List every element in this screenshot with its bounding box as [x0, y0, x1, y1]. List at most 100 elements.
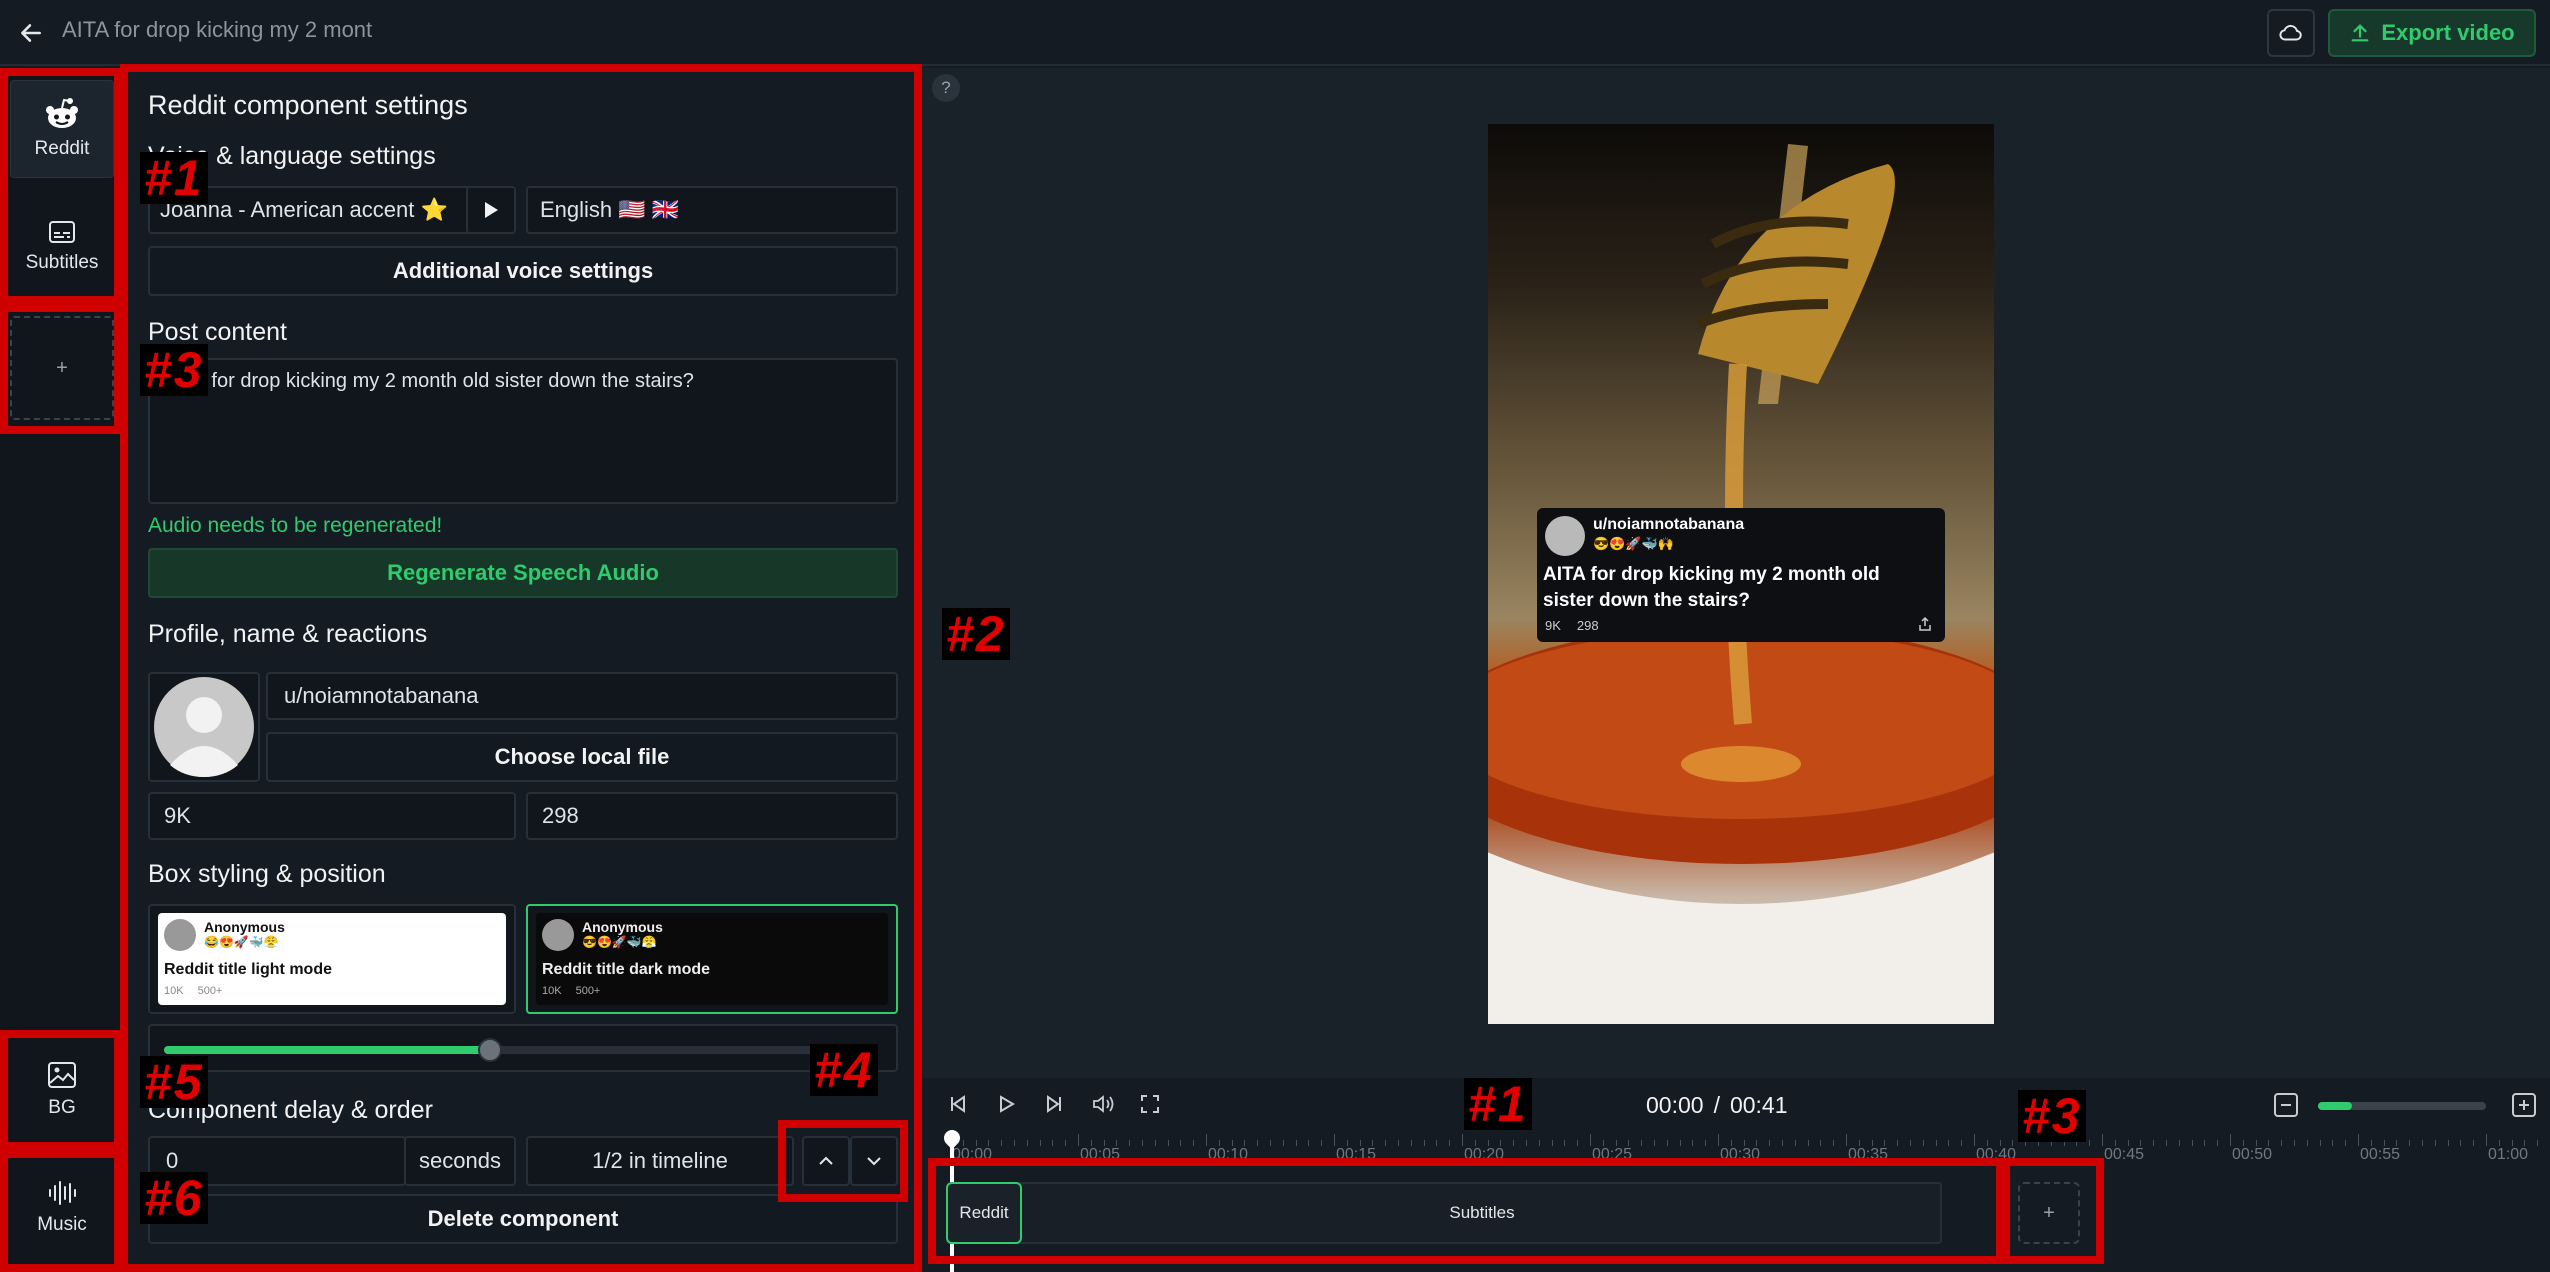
timeline-tick-mark	[1986, 1140, 1988, 1146]
timeline-tick-mark	[1257, 1140, 1259, 1146]
fullscreen-icon[interactable]	[1140, 1094, 1160, 1114]
export-video-label: Export video	[2381, 20, 2515, 45]
volume-icon[interactable]	[1092, 1094, 1114, 1114]
timeline-tick-mark	[2332, 1140, 2334, 1146]
timeline-tick-mark	[1679, 1140, 1681, 1146]
plus-icon	[2519, 1100, 2529, 1110]
timeline-tick-mark	[2166, 1140, 2167, 1146]
preview-card-comments: 298	[1576, 618, 1599, 633]
timeline-tick-mark	[2127, 1140, 2129, 1146]
help-button[interactable]: ?	[932, 74, 960, 102]
timeline-tick-mark	[1756, 1140, 1758, 1146]
timeline-tick-mark	[1410, 1140, 1412, 1146]
minus-icon	[2281, 1104, 2291, 1106]
timeline-tick-mark	[2447, 1140, 2449, 1146]
timeline-tick-mark	[1871, 1140, 1873, 1146]
timeline-tick-mark	[2370, 1140, 2372, 1146]
timeline-tick-mark	[1321, 1140, 1323, 1146]
timeline-tick-mark	[1270, 1140, 1271, 1146]
timeline-tick-mark	[2012, 1140, 2014, 1146]
timeline-tick-mark	[2460, 1140, 2462, 1146]
annotation-box-6	[0, 1150, 122, 1272]
timeline-tick-mark	[1129, 1140, 1131, 1146]
skip-back-icon[interactable]	[948, 1094, 968, 1114]
timeline-tick-mark	[1846, 1134, 1847, 1146]
annotation-tag-timeline-1: #1	[1464, 1078, 1532, 1130]
timeline-tick-mark	[1858, 1140, 1860, 1146]
timeline-tick-mark	[975, 1140, 977, 1146]
zoom-in-button[interactable]	[2512, 1093, 2536, 1117]
timeline-tick-mark	[1462, 1134, 1463, 1146]
timeline-tick-mark	[2217, 1140, 2219, 1146]
timeline-tick-mark	[1897, 1140, 1899, 1146]
preview-card-stats: 9K 298	[1545, 618, 1599, 633]
zoom-out-button[interactable]	[2274, 1093, 2298, 1117]
timeline-tick-mark	[1423, 1140, 1425, 1146]
timeline-tick-mark	[2358, 1134, 2359, 1146]
timeline-tick-mark	[1398, 1140, 1399, 1146]
timeline-tick-mark	[2486, 1134, 2487, 1146]
timeline-tick-mark	[1359, 1140, 1361, 1146]
preview-card-avatar	[1545, 516, 1585, 556]
timeline-tick-mark	[2140, 1140, 2142, 1146]
timeline-tick-mark	[2102, 1134, 2103, 1146]
timeline-tick-mark	[1090, 1140, 1092, 1146]
annotation-box-timeline-1	[928, 1158, 2004, 1264]
top-bar: AITA for drop kicking my 2 month old sis…	[0, 0, 2550, 66]
timeline-tick-mark	[2242, 1140, 2244, 1146]
timeline-tick-mark	[1103, 1140, 1105, 1146]
zoom-slider-fill	[2318, 1102, 2352, 1110]
timeline-tick-mark	[1372, 1140, 1374, 1146]
annotation-tag-5: #5	[140, 1056, 208, 1108]
timeline-tick-mark	[1193, 1140, 1195, 1146]
timeline-tick-mark	[1052, 1140, 1054, 1146]
timeline-tick-mark	[1334, 1134, 1335, 1146]
timeline-tick-mark	[1628, 1140, 1630, 1146]
timeline-tick-mark	[2498, 1140, 2500, 1146]
play-icon[interactable]	[996, 1094, 1016, 1114]
timeline-tick-mark	[1500, 1140, 1502, 1146]
timeline-tick-mark	[1474, 1140, 1476, 1146]
timeline-tick-mark	[1833, 1140, 1835, 1146]
annotation-tag-6: #6	[140, 1172, 208, 1224]
timeline-tick-mark	[1078, 1134, 1079, 1146]
time-separator: /	[1713, 1092, 1720, 1118]
timeline-tick-mark	[1922, 1140, 1924, 1146]
timeline-tick-mark	[2204, 1140, 2206, 1146]
zoom-slider[interactable]	[2318, 1102, 2486, 1110]
timeline-tick-mark	[1935, 1140, 1937, 1146]
back-arrow-icon[interactable]	[18, 20, 44, 46]
timeline-tick-mark	[1308, 1140, 1310, 1146]
timeline-tick-mark	[1730, 1140, 1732, 1146]
timeline-tick-mark	[1564, 1140, 1566, 1146]
timeline-tick-mark	[1206, 1134, 1207, 1146]
timeline-tick-mark	[2383, 1140, 2385, 1146]
timeline-tick-mark	[1231, 1140, 1233, 1146]
timeline-tick-mark	[1999, 1140, 2001, 1146]
skip-forward-icon[interactable]	[1044, 1094, 1064, 1114]
timeline-tick-mark	[1641, 1140, 1643, 1146]
timeline-tick-mark	[2396, 1140, 2398, 1146]
reddit-preview-card[interactable]: u/noiamnotabanana 😎😍🚀🐳🙌 AITA for drop ki…	[1537, 508, 1945, 642]
timeline-tick-mark	[2153, 1140, 2155, 1146]
timeline-tick-mark	[2306, 1140, 2308, 1146]
timeline-tick-mark	[2473, 1140, 2475, 1146]
video-preview-area: ? u/noiamnotabanana 😎😍🚀🐳🙌 AITA for drop …	[920, 68, 2550, 1078]
timeline-tick-mark	[1551, 1140, 1553, 1146]
timeline-tick-mark	[2255, 1140, 2257, 1146]
timeline-ruler[interactable]: 00:00 00:05 00:10 00:15 00:20 00:25 00:30 00:35…	[920, 1132, 2550, 1163]
project-title-input[interactable]: AITA for drop kicking my 2 month old sis…	[62, 17, 372, 43]
timeline-tick-mark	[2422, 1140, 2423, 1146]
annotation-box-5	[0, 1030, 122, 1150]
timeline-tick-mark	[1590, 1134, 1591, 1146]
export-video-button[interactable]: Export video	[2328, 9, 2536, 57]
cloud-save-button[interactable]	[2267, 9, 2315, 57]
player-controls: 00:00 / 00:41	[920, 1078, 2550, 1132]
timeline-tick-mark	[1065, 1140, 1067, 1146]
help-label: ?	[941, 78, 951, 97]
timeline-tick-mark	[1577, 1140, 1579, 1146]
timeline-tick-mark	[1295, 1140, 1297, 1146]
timeline-tick-mark	[1718, 1134, 1719, 1146]
timeline-tick-mark	[1244, 1140, 1246, 1146]
timeline-tick-mark	[1782, 1140, 1783, 1146]
